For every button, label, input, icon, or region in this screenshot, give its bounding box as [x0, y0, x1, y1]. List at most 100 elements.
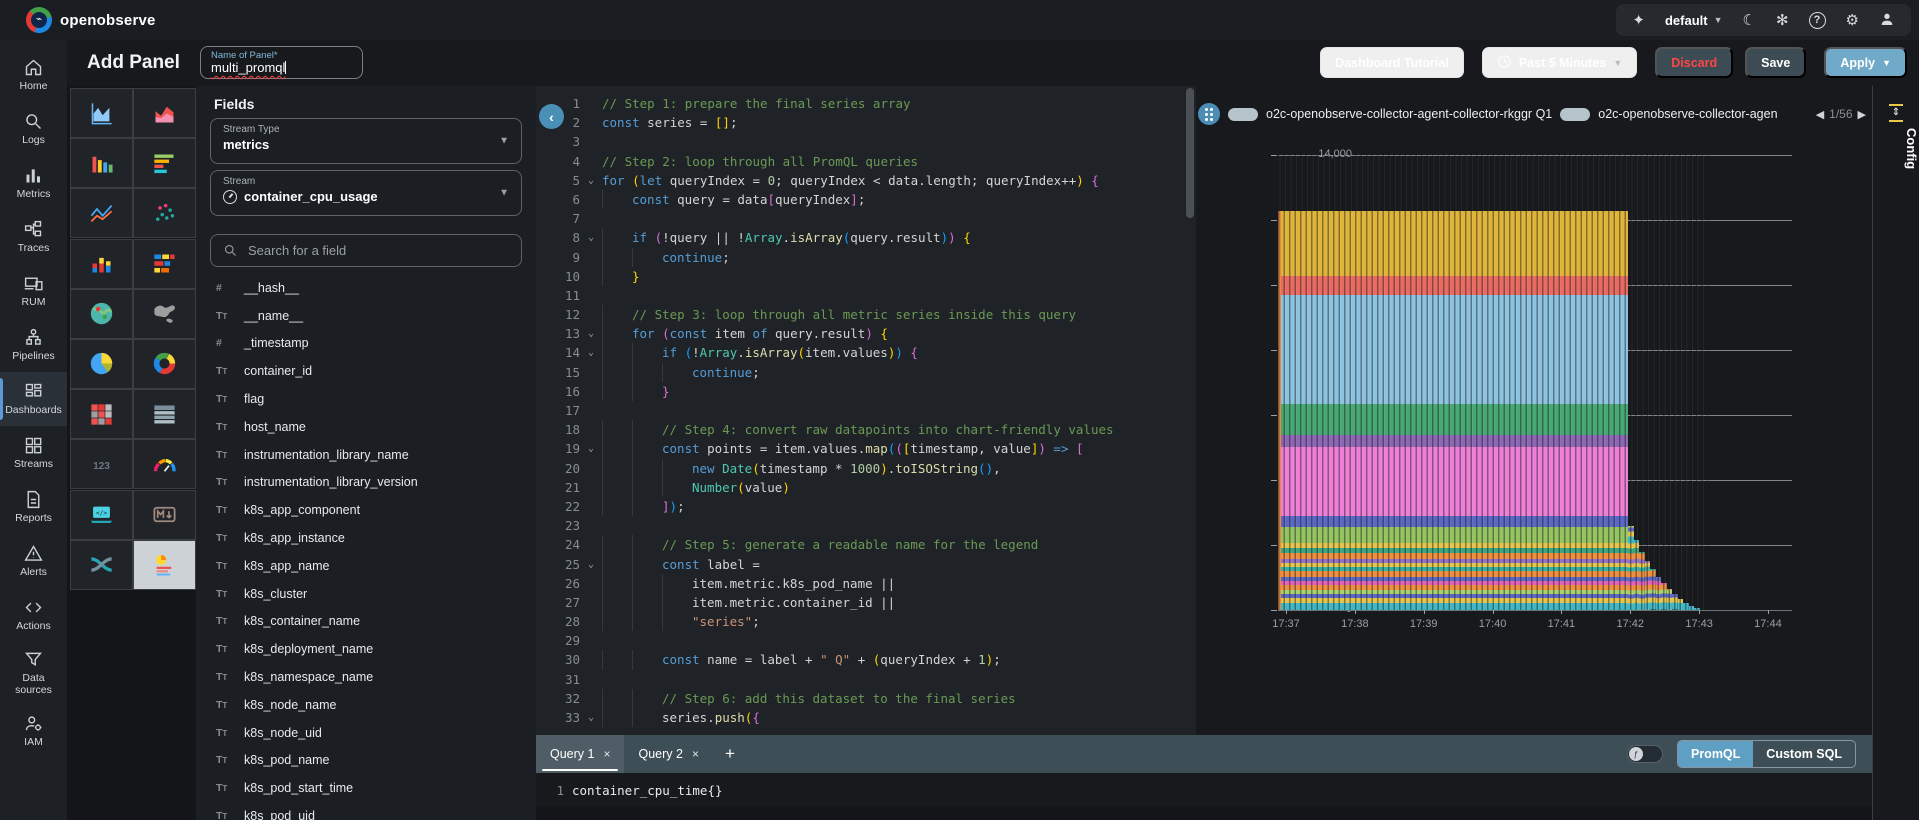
- close-icon[interactable]: ×: [603, 747, 610, 761]
- collapse-fields-button[interactable]: ‹: [539, 104, 564, 129]
- editor-line-2[interactable]: 2const series = [];: [536, 113, 1196, 132]
- editor-line-4[interactable]: 4// Step 2: loop through all PromQL quer…: [536, 152, 1196, 171]
- legend-swatch[interactable]: [1560, 108, 1590, 121]
- chart-type-line-chart[interactable]: [70, 188, 133, 238]
- field-item-instrumentation_library_version[interactable]: TTinstrumentation_library_version: [196, 469, 536, 497]
- field-item-k8s_namespace_name[interactable]: TTk8s_namespace_name: [196, 663, 536, 691]
- editor-line-16[interactable]: 16 }: [536, 382, 1196, 401]
- fold-chevron-icon[interactable]: ⌄: [580, 343, 602, 362]
- chart-type-gauge-chart[interactable]: [133, 439, 196, 489]
- field-item-k8s_pod_uid[interactable]: TTk8s_pod_uid: [196, 802, 536, 820]
- chart-type-worldmap-chart[interactable]: [133, 289, 196, 339]
- user-icon[interactable]: [1879, 11, 1895, 30]
- promql-query-editor[interactable]: 1 container_cpu_time{}: [536, 773, 1872, 807]
- field-item-k8s_pod_start_time[interactable]: TTk8s_pod_start_time: [196, 774, 536, 802]
- fold-chevron-icon[interactable]: ⌄: [580, 228, 602, 247]
- chart-type-vbar-chart[interactable]: [70, 138, 133, 188]
- field-item-k8s_container_name[interactable]: TTk8s_container_name: [196, 608, 536, 636]
- chart-type-area-chart[interactable]: [70, 88, 133, 138]
- moon-icon[interactable]: ☾: [1743, 13, 1756, 28]
- chart-type-heatmap-chart[interactable]: [70, 389, 133, 439]
- save-button[interactable]: Save: [1745, 47, 1806, 78]
- editor-line-6[interactable]: 6 const query = data[queryIndex];: [536, 190, 1196, 209]
- field-item-instrumentation_library_name[interactable]: TTinstrumentation_library_name: [196, 441, 536, 469]
- editor-line-7[interactable]: 7: [536, 209, 1196, 228]
- chart-type-hstacked-chart[interactable]: [133, 239, 196, 289]
- editor-line-20[interactable]: 20 new Date(timestamp * 1000).toISOStrin…: [536, 459, 1196, 478]
- editor-line-23[interactable]: 23: [536, 516, 1196, 535]
- field-item-host_name[interactable]: TThost_name: [196, 413, 536, 441]
- chart-type-html-chart[interactable]: </>: [70, 490, 133, 540]
- field-item-__name__[interactable]: TT__name__: [196, 302, 536, 330]
- sidebar-item-home[interactable]: Home: [0, 48, 67, 102]
- stream-select[interactable]: Stream container_cpu_usage ▼: [210, 170, 522, 216]
- field-item-__hash__[interactable]: #__hash__: [196, 274, 536, 302]
- sidebar-item-dashboards[interactable]: Dashboards: [0, 372, 67, 426]
- sidebar-item-pipelines[interactable]: Pipelines: [0, 318, 67, 372]
- field-search-input[interactable]: Search for a field: [210, 234, 522, 267]
- legend-item-label[interactable]: o2c-openobserve-collector-agen: [1598, 107, 1777, 121]
- chart-type-scatter-chart[interactable]: [133, 188, 196, 238]
- editor-line-3[interactable]: 3: [536, 132, 1196, 151]
- sidebar-item-alerts[interactable]: Alerts: [0, 534, 67, 588]
- sparkle-icon[interactable]: ✦: [1632, 13, 1645, 28]
- field-item-k8s_node_name[interactable]: TTk8s_node_name: [196, 691, 536, 719]
- editor-line-17[interactable]: 17: [536, 401, 1196, 420]
- chart-type-markdown-chart[interactable]: [133, 490, 196, 540]
- panel-name-field[interactable]: Name of Panel* multi_promql: [200, 46, 363, 79]
- editor-line-9[interactable]: 9 continue;: [536, 248, 1196, 267]
- fold-chevron-icon[interactable]: ⌄: [580, 708, 602, 727]
- close-icon[interactable]: ×: [692, 747, 699, 761]
- editor-line-19[interactable]: 19⌄ const points = item.values.map(([tim…: [536, 439, 1196, 458]
- fold-chevron-icon[interactable]: ⌄: [580, 439, 602, 458]
- field-item-k8s_pod_name[interactable]: TTk8s_pod_name: [196, 747, 536, 775]
- editor-line-5[interactable]: 5⌄for (let queryIndex = 0; queryIndex < …: [536, 171, 1196, 190]
- chart-type-table-chart[interactable]: [133, 389, 196, 439]
- band-yellow[interactable]: [1281, 211, 1628, 276]
- band-pink[interactable]: [1281, 447, 1628, 516]
- legend-next-icon[interactable]: ▶: [1858, 108, 1866, 121]
- band-lightblue[interactable]: [1281, 295, 1628, 404]
- function-toggle[interactable]: ƒ: [1627, 745, 1663, 763]
- editor-line-12[interactable]: 12 // Step 3: loop through all metric se…: [536, 305, 1196, 324]
- chart-type-pie-chart[interactable]: [70, 339, 133, 389]
- band-red[interactable]: [1281, 276, 1628, 295]
- editor-line-25[interactable]: 25⌄ const label =: [536, 555, 1196, 574]
- help-icon[interactable]: ?: [1809, 12, 1826, 29]
- editor-line-18[interactable]: 18 // Step 4: convert raw datapoints int…: [536, 420, 1196, 439]
- field-item-container_id[interactable]: TTcontainer_id: [196, 357, 536, 385]
- legend-prev-icon[interactable]: ◀: [1816, 108, 1824, 121]
- editor-line-14[interactable]: 14⌄ if (!Array.isArray(item.values)) {: [536, 343, 1196, 362]
- add-query-button[interactable]: +: [713, 744, 747, 764]
- field-item-k8s_app_component[interactable]: TTk8s_app_component: [196, 496, 536, 524]
- chart-type-sankey-chart[interactable]: [70, 540, 133, 590]
- chart-type-area-alt-chart[interactable]: [133, 88, 196, 138]
- stream-type-select[interactable]: Stream Type metrics ▼: [210, 118, 522, 164]
- chart-type-stacked-bar-chart[interactable]: [70, 239, 133, 289]
- field-item-flag[interactable]: TTflag: [196, 385, 536, 413]
- editor-line-31[interactable]: 31: [536, 670, 1196, 689]
- editor-line-32[interactable]: 32 // Step 6: add this dataset to the fi…: [536, 689, 1196, 708]
- editor-line-8[interactable]: 8⌄ if (!query || !Array.isArray(query.re…: [536, 228, 1196, 247]
- field-item-k8s_app_name[interactable]: TTk8s_app_name: [196, 552, 536, 580]
- time-range-button[interactable]: Past 5 Minutes ▼: [1482, 47, 1637, 78]
- editor-line-1[interactable]: 1// Step 1: prepare the final series arr…: [536, 94, 1196, 113]
- editor-line-10[interactable]: 10 }: [536, 267, 1196, 286]
- chart-type-custom-chart[interactable]: [133, 540, 196, 590]
- field-item-k8s_deployment_name[interactable]: TTk8s_deployment_name: [196, 635, 536, 663]
- query-tab-query-1[interactable]: Query 1×: [536, 735, 624, 773]
- sidebar-item-data-sources[interactable]: Datasources: [0, 642, 67, 704]
- field-item-k8s_app_instance[interactable]: TTk8s_app_instance: [196, 524, 536, 552]
- apply-button[interactable]: Apply▼: [1824, 47, 1907, 78]
- editor-line-29[interactable]: 29: [536, 631, 1196, 650]
- sidebar-item-rum[interactable]: RUM: [0, 264, 67, 318]
- chart-type-donut-chart[interactable]: [133, 339, 196, 389]
- band-multistripe[interactable]: [1281, 543, 1628, 610]
- sidebar-item-traces[interactable]: Traces: [0, 210, 67, 264]
- stacked-bar-chart[interactable]: 02,0004,0006,0008,00010,00012,00014,0001…: [1278, 155, 1792, 610]
- field-item-_timestamp[interactable]: #_timestamp: [196, 330, 536, 358]
- band-green[interactable]: [1281, 404, 1628, 435]
- discard-button[interactable]: Discard: [1655, 47, 1733, 78]
- editor-line-24[interactable]: 24 // Step 5: generate a readable name f…: [536, 535, 1196, 554]
- custom-sql-button[interactable]: Custom SQL: [1753, 741, 1855, 767]
